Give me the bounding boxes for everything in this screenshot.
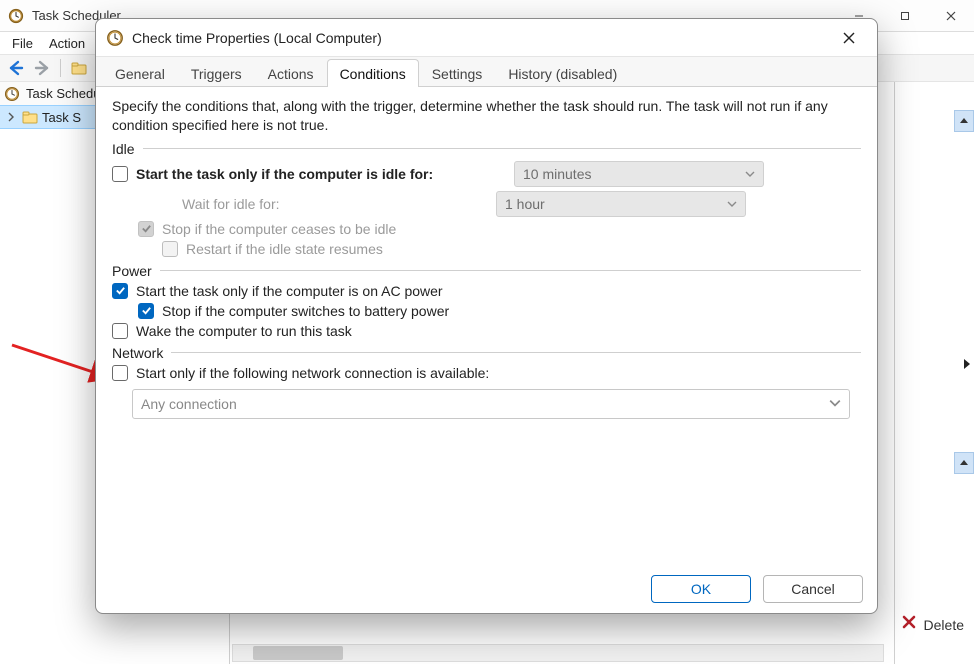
combo-wait-duration[interactable]: 1 hour: [496, 191, 746, 217]
cancel-button-label: Cancel: [791, 581, 835, 597]
section-idle-label: Idle: [112, 141, 135, 157]
row-stop-on-battery: Stop if the computer switches to battery…: [112, 303, 861, 319]
tab-triggers[interactable]: Triggers: [178, 59, 255, 87]
label-only-if-network: Start only if the following network conn…: [136, 365, 489, 381]
checkbox-stop-if-not-idle: [138, 221, 154, 237]
section-divider: [160, 270, 861, 271]
row-network-connection: Any connection: [112, 389, 861, 419]
chevron-down-icon: [829, 396, 841, 412]
checkbox-only-if-network[interactable]: [112, 365, 128, 381]
section-power-label: Power: [112, 263, 152, 279]
dialog-title: Check time Properties (Local Computer): [132, 30, 831, 46]
checkbox-wake[interactable]: [112, 323, 128, 339]
properties-dialog: Check time Properties (Local Computer) G…: [95, 18, 878, 614]
chevron-down-icon: [727, 196, 737, 212]
conditions-description: Specify the conditions that, along with …: [112, 97, 861, 135]
label-restart-if-idle: Restart if the idle state resumes: [186, 241, 383, 257]
label-ac-only: Start the task only if the computer is o…: [136, 283, 443, 299]
section-divider: [143, 148, 861, 149]
tab-settings[interactable]: Settings: [419, 59, 496, 87]
ok-button-label: OK: [691, 581, 711, 597]
dialog-close-button[interactable]: [831, 24, 867, 52]
label-wait-for-idle: Wait for idle for:: [138, 196, 488, 212]
section-network-label: Network: [112, 345, 163, 361]
label-start-if-idle: Start the task only if the computer is i…: [136, 166, 506, 182]
label-wake: Wake the computer to run this task: [136, 323, 352, 339]
cancel-button[interactable]: Cancel: [763, 575, 863, 603]
ok-button[interactable]: OK: [651, 575, 751, 603]
label-stop-on-battery: Stop if the computer switches to battery…: [162, 303, 449, 319]
tab-conditions[interactable]: Conditions: [327, 59, 419, 87]
dialog-body: Specify the conditions that, along with …: [96, 87, 877, 565]
tabbar: General Triggers Actions Conditions Sett…: [96, 57, 877, 87]
checkbox-start-if-idle[interactable]: [112, 166, 128, 182]
clock-icon: [106, 29, 124, 47]
chevron-down-icon: [745, 166, 755, 182]
row-only-if-network: Start only if the following network conn…: [112, 365, 861, 381]
section-network: Network: [112, 345, 861, 361]
dialog-titlebar: Check time Properties (Local Computer): [96, 19, 877, 57]
checkbox-ac-only[interactable]: [112, 283, 128, 299]
tab-general[interactable]: General: [102, 59, 178, 87]
row-ac-only: Start the task only if the computer is o…: [112, 283, 861, 299]
row-stop-if-not-idle: Stop if the computer ceases to be idle: [112, 221, 861, 237]
checkbox-restart-if-idle: [162, 241, 178, 257]
section-power: Power: [112, 263, 861, 279]
section-idle: Idle: [112, 141, 861, 157]
dialog-footer: OK Cancel: [96, 565, 877, 613]
combo-network-connection-value: Any connection: [141, 396, 237, 412]
row-wait-for-idle: Wait for idle for: 1 hour: [112, 191, 861, 217]
dialog-overlay: Check time Properties (Local Computer) G…: [0, 0, 974, 664]
tab-actions[interactable]: Actions: [255, 59, 327, 87]
combo-wait-duration-value: 1 hour: [505, 196, 545, 212]
row-start-if-idle: Start the task only if the computer is i…: [112, 161, 861, 187]
combo-idle-duration[interactable]: 10 minutes: [514, 161, 764, 187]
combo-network-connection[interactable]: Any connection: [132, 389, 850, 419]
row-restart-if-idle: Restart if the idle state resumes: [112, 241, 861, 257]
combo-idle-duration-value: 10 minutes: [523, 166, 591, 182]
row-wake: Wake the computer to run this task: [112, 323, 861, 339]
tab-history[interactable]: History (disabled): [495, 59, 630, 87]
section-divider: [171, 352, 861, 353]
checkbox-stop-on-battery[interactable]: [138, 303, 154, 319]
label-stop-if-not-idle: Stop if the computer ceases to be idle: [162, 221, 396, 237]
